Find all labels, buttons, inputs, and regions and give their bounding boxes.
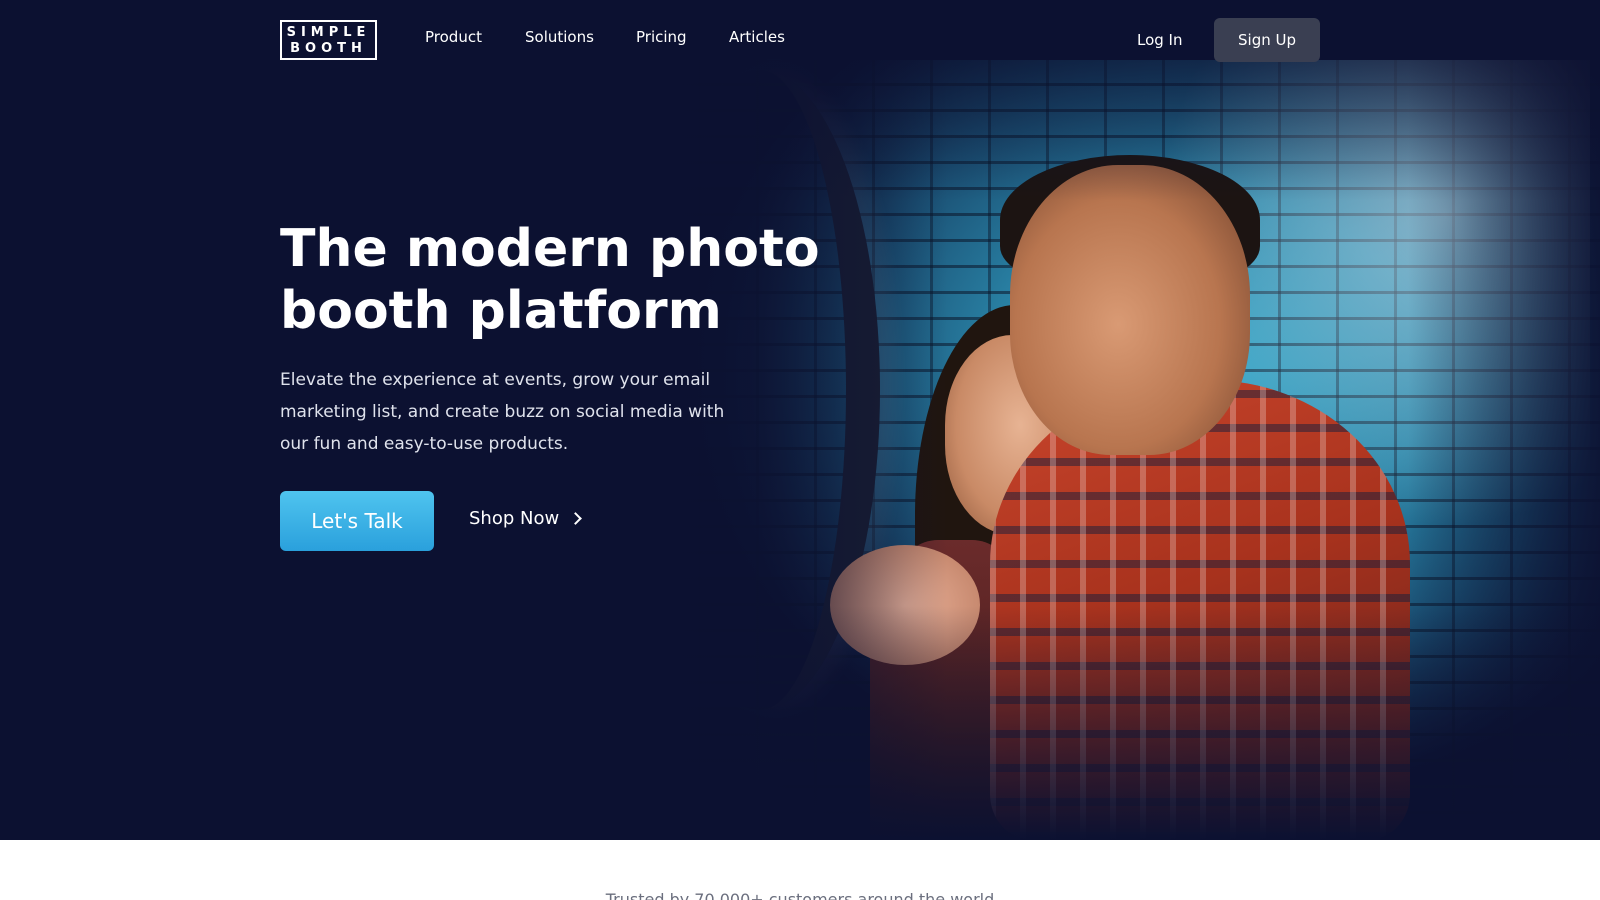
nav-product[interactable]: Product	[425, 28, 482, 46]
lets-talk-button[interactable]: Let's Talk	[280, 491, 434, 551]
login-link[interactable]: Log In	[1137, 31, 1183, 49]
shop-now-link[interactable]: Shop Now	[469, 508, 583, 529]
clasped-hands	[830, 545, 980, 665]
simple-booth-logo[interactable]: SIMPLE BOOTH	[280, 20, 377, 60]
hero-section: SIMPLE BOOTH Product Solutions Pricing A…	[0, 0, 1600, 840]
signup-button[interactable]: Sign Up	[1214, 18, 1320, 62]
nav-articles[interactable]: Articles	[729, 28, 785, 46]
man-face	[1010, 165, 1250, 455]
shop-now-label: Shop Now	[469, 508, 560, 529]
nav-pricing[interactable]: Pricing	[636, 28, 687, 46]
logo-line-2: BOOTH	[290, 41, 367, 56]
logo-line-1: SIMPLE	[286, 25, 371, 40]
hero-description: Elevate the experience at events, grow y…	[280, 370, 725, 454]
chevron-right-icon	[569, 512, 583, 525]
man-plaid-shirt	[990, 380, 1410, 840]
nav-solutions[interactable]: Solutions	[525, 28, 594, 46]
hero-headline: The modern photo booth platform	[280, 219, 820, 341]
trusted-by-text: Trusted by 70,000+ customers around the …	[605, 890, 995, 900]
